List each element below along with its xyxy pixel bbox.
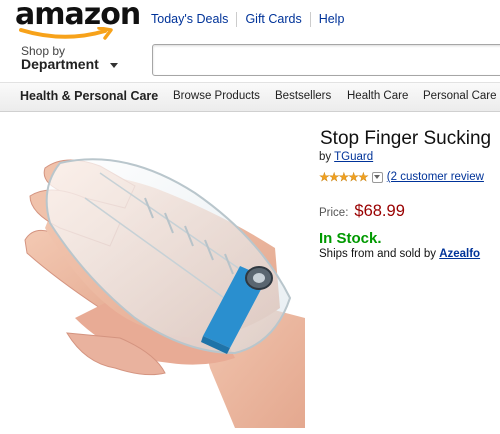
seller-link[interactable]: Azealfo <box>439 248 480 260</box>
product-image[interactable] <box>5 128 308 428</box>
nav-help[interactable]: Help <box>309 12 353 27</box>
price-label: Price: <box>319 207 349 219</box>
ships-label: Ships from and sold by <box>319 248 436 260</box>
top-nav: Today's Deals Gift Cards Help <box>143 12 352 27</box>
product-byline: by TGuard <box>319 151 373 163</box>
department-dropdown[interactable]: Department <box>21 56 118 72</box>
availability-status: In Stock. <box>319 230 382 247</box>
department-label: Department <box>21 56 99 72</box>
star-rating-icon[interactable]: ★★★★★ <box>319 170 369 184</box>
rating-row: ★★★★★ (2 customer review <box>319 170 484 184</box>
subnav-bestsellers[interactable]: Bestsellers <box>275 90 331 102</box>
brand-link[interactable]: TGuard <box>334 151 373 163</box>
nav-todays-deals[interactable]: Today's Deals <box>143 12 236 27</box>
nav-gift-cards[interactable]: Gift Cards <box>236 12 309 27</box>
caret-down-icon <box>109 63 118 68</box>
search-input[interactable] <box>152 44 500 76</box>
customer-reviews-link[interactable]: (2 customer review <box>387 171 484 183</box>
subnav-health-care[interactable]: Health Care <box>347 90 408 102</box>
category-subnav: Health & Personal Care Browse Products B… <box>0 82 500 112</box>
byline-prefix: by <box>319 151 332 163</box>
amazon-logo[interactable]: amazon <box>15 0 141 40</box>
price-row: Price: $68.99 <box>319 202 405 221</box>
subnav-personal-care[interactable]: Personal Care <box>423 90 497 102</box>
subnav-health-personal-care[interactable]: Health & Personal Care <box>20 89 158 103</box>
price-value: $68.99 <box>354 202 405 220</box>
shop-by-department[interactable]: Shop by Department <box>21 45 118 71</box>
product-title: Stop Finger Sucking <box>320 128 492 149</box>
subnav-browse-products[interactable]: Browse Products <box>173 90 260 102</box>
ships-from-text: Ships from and sold by Azealfo <box>319 248 480 260</box>
logo-smile-icon <box>19 27 113 40</box>
rating-dropdown-icon[interactable] <box>371 171 383 183</box>
